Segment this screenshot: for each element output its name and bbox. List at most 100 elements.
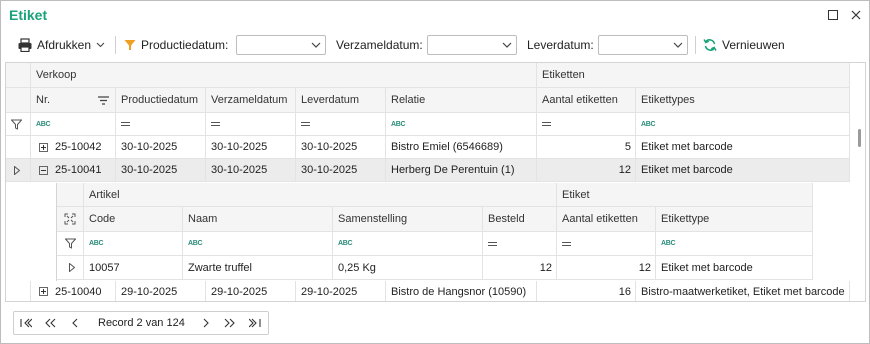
chevron-down-icon [96,42,105,48]
verzameldatum-filter: Verzameldatum: [336,34,423,56]
window-title: Etiket [9,7,48,23]
productiedatum-filter: Productiedatum: [124,34,228,56]
expand-all-icon[interactable] [64,213,76,225]
column-header-nr-label: Nr. [36,94,51,106]
productiedatum-label: Productiedatum: [141,38,229,52]
cell-productiedatum[interactable]: 30-10-2025 [116,136,206,159]
cell-nr[interactable]: 25-10041 [31,159,116,182]
cell-productiedatum[interactable]: 29-10-2025 [116,281,206,301]
cell-aantal-etiketten[interactable]: 16 [537,281,636,301]
detail-filter-indicator [57,232,84,256]
filter-etikettypes[interactable]: ABC [636,113,850,136]
productiedatum-dropdown[interactable] [236,35,326,55]
detail-column-header-samenstelling[interactable]: Samenstelling [333,207,483,232]
detail-cell-aantal-etiketten[interactable]: 12 [557,256,656,280]
cell-aantal-etiketten[interactable]: 12 [537,159,636,182]
row-indicator [6,159,31,182]
table-row-selected[interactable]: 25-10041 30-10-2025 30-10-2025 30-10-202… [6,159,852,182]
cell-verzameldatum[interactable]: 30-10-2025 [206,136,296,159]
detail-filter-code[interactable]: ABC [84,232,183,256]
row-indicator [6,281,31,301]
detail-filter-samenstelling[interactable]: ABC [333,232,483,256]
refresh-button[interactable]: Vernieuwen [703,34,785,56]
table-row[interactable]: 25-10042 30-10-2025 30-10-2025 30-10-202… [6,136,852,159]
filter-aantal-etiketten[interactable] [537,113,636,136]
detail-cell-etikettype[interactable]: Etiket met barcode [656,256,813,280]
previous-record-icon[interactable] [67,316,83,330]
filter-relatie[interactable]: ABC [386,113,537,136]
text-filter-icon: ABC [338,240,353,247]
cell-etikettypes[interactable]: Etiket met barcode [636,159,850,182]
filter-productiedatum[interactable] [116,113,206,136]
filter-nr[interactable]: ABC [31,113,116,136]
cell-relatie[interactable]: Bistro de Hangsnor (10590) [386,281,537,301]
cell-etikettypes[interactable]: Etiket met barcode [636,136,850,159]
collapse-icon[interactable] [39,165,48,175]
filter-leverdatum[interactable] [296,113,386,136]
maximize-icon[interactable] [826,8,840,22]
refresh-icon [703,39,717,51]
column-header-productiedatum[interactable]: Productiedatum [116,88,206,113]
first-page-icon[interactable] [18,316,34,330]
cell-nr[interactable]: 25-10042 [31,136,116,159]
column-header-relatie[interactable]: Relatie [386,88,537,113]
filter-verzameldatum[interactable] [206,113,296,136]
record-counter: Record 2 van 124 [98,317,185,329]
expand-icon[interactable] [39,142,48,152]
next-page-icon[interactable] [222,316,238,330]
cell-nr-text: 25-10042 [55,141,102,153]
detail-column-header-naam[interactable]: Naam [183,207,333,232]
verzameldatum-dropdown[interactable] [427,35,517,55]
detail-cell-naam[interactable]: Zwarte truffel [183,256,333,280]
column-header-leverdatum[interactable]: Leverdatum [296,88,386,113]
band-etiketten: Etiketten [537,63,850,88]
cell-nr[interactable]: 25-10040 [31,281,116,301]
detail-cell-besteld[interactable]: 12 [483,256,557,280]
cell-leverdatum[interactable]: 30-10-2025 [296,136,386,159]
title-bar: Etiket [1,1,869,31]
detail-column-header-etikettype[interactable]: Etikettype [656,207,813,232]
printer-icon [18,38,32,52]
column-header-etikettypes[interactable]: Etikettypes [636,88,850,113]
close-icon[interactable] [849,8,863,22]
row-indicator [6,136,31,159]
print-label: Afdrukken [37,38,92,52]
leverdatum-filter: Leverdatum: [527,34,594,56]
detail-column-header-besteld[interactable]: Besteld [483,207,557,232]
verzameldatum-label: Verzameldatum: [336,38,423,52]
cell-verzameldatum[interactable]: 29-10-2025 [206,281,296,301]
cell-relatie[interactable]: Bistro Emiel (6546689) [386,136,537,159]
last-page-icon[interactable] [247,316,263,330]
column-header-aantal-etiketten[interactable]: Aantal etiketten [537,88,636,113]
column-header-nr[interactable]: Nr. [31,88,116,113]
cell-aantal-etiketten[interactable]: 5 [537,136,636,159]
previous-page-icon[interactable] [42,316,58,330]
detail-table-row[interactable]: 10057 Zwarte truffel 0,25 Kg 12 12 Etike… [57,256,813,280]
cell-etikettypes[interactable]: Bistro-maatwerketiket, Etiket met barcod… [636,281,850,301]
detail-cell-samenstelling[interactable]: 0,25 Kg [333,256,483,280]
equals-filter-icon [211,122,220,126]
table-row[interactable]: 25-10040 29-10-2025 29-10-2025 29-10-202… [6,281,852,301]
cell-leverdatum[interactable]: 30-10-2025 [296,159,386,182]
cell-leverdatum[interactable]: 29-10-2025 [296,281,386,301]
cell-productiedatum[interactable]: 30-10-2025 [116,159,206,182]
detail-indicator-header [57,207,84,232]
vertical-scrollbar[interactable] [858,129,861,147]
detail-filter-aantal-etiketten[interactable] [557,232,656,256]
detail-column-header-aantal-etiketten[interactable]: Aantal etiketten [557,207,656,232]
print-button[interactable]: Afdrukken [17,34,105,56]
record-navigator: Record 2 van 124 [13,311,269,335]
leverdatum-dropdown[interactable] [598,35,688,55]
detail-filter-naam[interactable]: ABC [183,232,333,256]
cell-relatie[interactable]: Herberg De Perentuin (1) [386,159,537,182]
cell-verzameldatum[interactable]: 30-10-2025 [206,159,296,182]
sort-icon[interactable] [98,95,109,105]
detail-column-header-code[interactable]: Code [84,207,183,232]
detail-filter-besteld[interactable] [483,232,557,256]
detail-cell-code[interactable]: 10057 [84,256,183,280]
expand-icon[interactable] [39,287,48,296]
next-record-icon[interactable] [198,316,214,330]
filter-icon [11,119,22,130]
detail-filter-etikettype[interactable]: ABC [656,232,813,256]
column-header-verzameldatum[interactable]: Verzameldatum [206,88,296,113]
